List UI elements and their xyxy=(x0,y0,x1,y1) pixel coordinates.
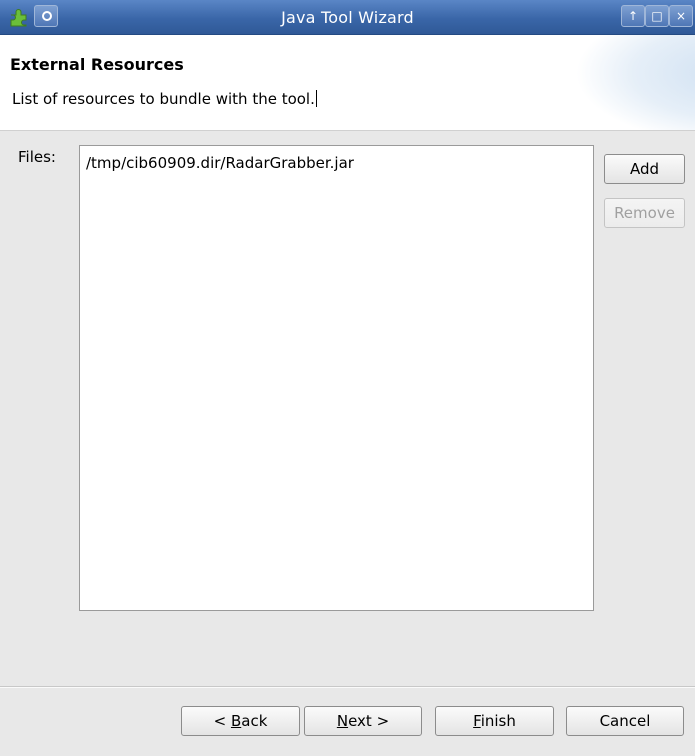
maximize-icon[interactable]: □ xyxy=(645,5,669,27)
finish-button[interactable]: Finish xyxy=(435,706,554,736)
back-rest: ack xyxy=(241,712,268,730)
finish-rest: inish xyxy=(480,712,516,730)
remove-button[interactable]: Remove xyxy=(604,198,685,228)
back-button[interactable]: < Back xyxy=(181,706,300,736)
page-description: List of resources to bundle with the too… xyxy=(12,90,317,108)
page-description-text: List of resources to bundle with the too… xyxy=(12,90,315,108)
header-banner-graphic xyxy=(575,35,695,130)
next-rest: ext > xyxy=(348,712,390,730)
files-list[interactable]: /tmp/cib60909.dir/RadarGrabber.jar xyxy=(79,145,594,611)
cancel-button[interactable]: Cancel xyxy=(566,706,684,736)
next-button[interactable]: Next > xyxy=(304,706,422,736)
title-bar[interactable]: Java Tool Wizard ↑ □ × xyxy=(0,0,695,35)
minimize-icon[interactable]: ↑ xyxy=(621,5,645,27)
add-button[interactable]: Add xyxy=(604,154,685,184)
window-title: Java Tool Wizard xyxy=(281,8,414,27)
next-mnemonic: N xyxy=(336,712,349,730)
back-mnemonic: B xyxy=(230,712,242,730)
text-caret xyxy=(315,90,317,107)
close-icon[interactable]: × xyxy=(669,5,693,27)
finish-mnemonic: F xyxy=(473,712,481,730)
page-title: External Resources xyxy=(10,55,184,74)
back-prefix: < xyxy=(213,712,231,730)
files-label: Files: xyxy=(18,148,56,166)
wizard-header: External Resources List of resources to … xyxy=(0,35,695,131)
footer-separator xyxy=(0,686,695,688)
list-item[interactable]: /tmp/cib60909.dir/RadarGrabber.jar xyxy=(80,146,593,180)
